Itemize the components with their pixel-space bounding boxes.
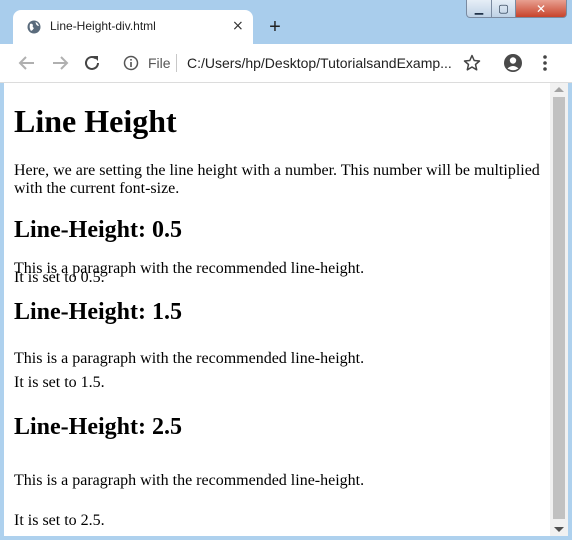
browser-toolbar: File C:/Users/hp/Desktop/TutorialsandExa… [0, 44, 572, 83]
section-2-5-line-2: It is set to 2.5. [14, 512, 105, 529]
maximize-button[interactable]: ▢ [492, 0, 516, 18]
url-text[interactable]: C:/Users/hp/Desktop/TutorialsandExamp... [187, 55, 452, 71]
close-window-button[interactable]: ✕ [516, 0, 567, 18]
tab-line-height-div[interactable]: Line-Height-div.html × [13, 10, 253, 44]
tab-close-button[interactable]: × [232, 18, 244, 34]
page-title: Line Height [14, 103, 177, 139]
section-heading-2-5: Line-Height: 2.5 [14, 414, 182, 440]
address-separator [176, 54, 177, 72]
globe-icon [27, 20, 41, 34]
window-frame-bottom [0, 536, 572, 540]
page-viewport: Line Height Here, we are setting the lin… [4, 83, 550, 536]
new-tab-button[interactable]: + [262, 14, 288, 40]
scroll-up-arrow-icon[interactable] [554, 87, 564, 92]
account-icon[interactable] [503, 53, 523, 73]
title-bar: Line-Height-div.html × + ▁ ▢ ✕ [0, 0, 572, 44]
section-heading-1-5: Line-Height: 1.5 [14, 299, 182, 325]
section-heading-0-5: Line-Height: 0.5 [14, 217, 182, 243]
scheme-label: File [148, 55, 171, 71]
section-0-5-line-2: It is set to 0.5. [14, 269, 105, 286]
vertical-scrollbar[interactable] [550, 83, 568, 536]
reload-icon[interactable] [81, 52, 103, 74]
section-1-5-line-2: It is set to 1.5. [14, 374, 105, 391]
scroll-down-arrow-icon[interactable] [554, 527, 564, 532]
section-1-5-line-1: This is a paragraph with the recommended… [14, 350, 365, 367]
minimize-button[interactable]: ▁ [466, 0, 492, 18]
section-2-5-line-1: This is a paragraph with the recommended… [14, 472, 365, 489]
intro-paragraph: Here, we are setting the line height wit… [14, 162, 540, 197]
window-controls: ▁ ▢ ✕ [466, 0, 569, 19]
window-frame-right [568, 83, 572, 540]
info-icon[interactable] [123, 55, 139, 71]
scrollbar-thumb[interactable] [553, 97, 565, 519]
kebab-menu-icon[interactable] [540, 54, 550, 72]
back-arrow-icon[interactable] [16, 52, 38, 74]
address-bar[interactable]: File C:/Users/hp/Desktop/TutorialsandExa… [111, 50, 481, 76]
forward-arrow-icon[interactable] [49, 52, 71, 74]
star-icon[interactable] [463, 54, 481, 72]
tab-title: Line-Height-div.html [50, 19, 156, 33]
